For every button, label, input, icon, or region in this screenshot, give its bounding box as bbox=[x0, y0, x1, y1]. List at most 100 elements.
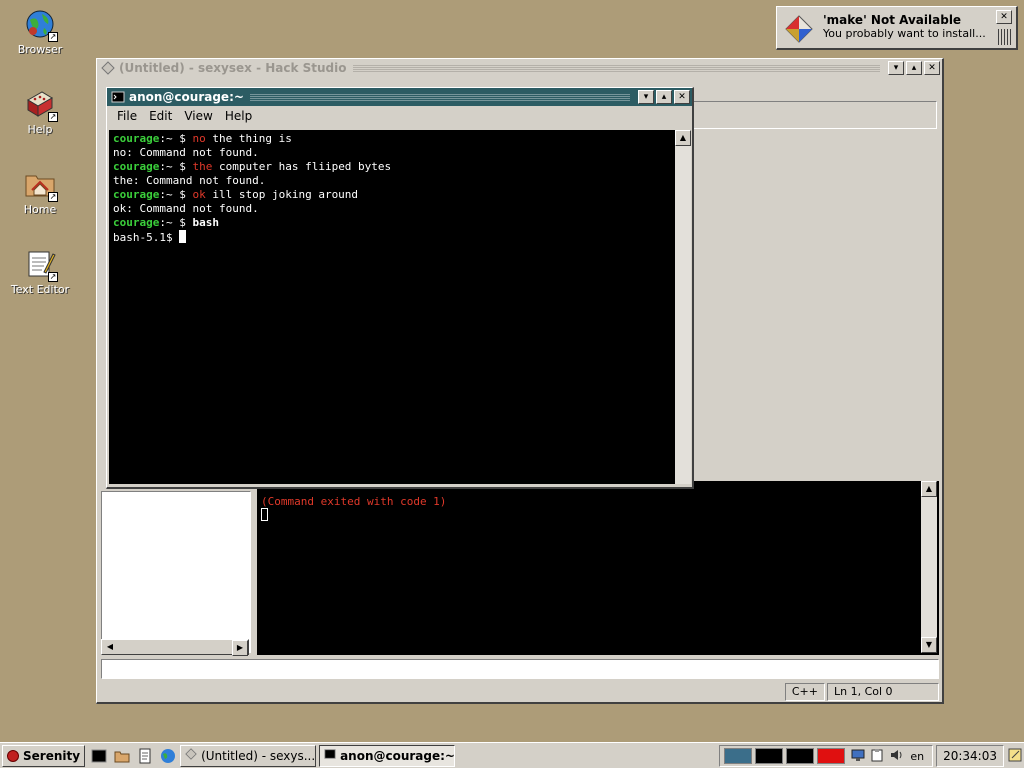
text-cursor bbox=[179, 230, 187, 243]
hack-studio-icon bbox=[101, 61, 115, 75]
task-label: (Untitled) - sexys... bbox=[201, 748, 316, 763]
taskbar: Serenity (Untitled) - sexys... anon@cour… bbox=[0, 742, 1024, 768]
maximize-button[interactable]: ▴ bbox=[906, 61, 922, 75]
editor-tabbar bbox=[693, 101, 937, 129]
prompt: courage:~ $ bbox=[113, 160, 193, 173]
system-tray: en 20:34:03 bbox=[719, 745, 1022, 767]
notification-popup[interactable]: 'make' Not Available You probably want t… bbox=[776, 6, 1018, 50]
clock-box[interactable]: 20:34:03 bbox=[936, 745, 1004, 767]
quicklaunch-browser-icon[interactable] bbox=[157, 745, 179, 767]
prompt: courage:~ $ bbox=[113, 216, 193, 229]
maximize-button[interactable]: ▴ bbox=[656, 90, 672, 104]
desktop-icon-help[interactable]: ↗ Help bbox=[0, 88, 80, 136]
command-name: the bbox=[192, 160, 213, 173]
terminal-line: courage:~ $ ok ill stop joking around bbox=[113, 188, 675, 202]
start-label: Serenity bbox=[23, 748, 81, 763]
titlebar-stripes bbox=[352, 64, 880, 72]
terminal-line: courage:~ $ the computer has fliiped byt… bbox=[113, 160, 675, 174]
window-title: (Untitled) - sexysex - Hack Studio bbox=[119, 61, 347, 75]
menu-help[interactable]: Help bbox=[219, 109, 258, 123]
notification-title: 'make' Not Available bbox=[823, 13, 962, 27]
hack-studio-icon bbox=[185, 748, 197, 763]
desktop-icon-text-editor[interactable]: ↗ Text Editor bbox=[0, 248, 80, 296]
status-language[interactable]: C++ bbox=[784, 683, 825, 701]
console-line: (Command exited with code 1) bbox=[261, 495, 447, 508]
start-button[interactable]: Serenity bbox=[2, 744, 86, 767]
status-bar: C++ Ln 1, Col 0 bbox=[101, 683, 939, 701]
window-title: anon@courage:~ bbox=[129, 90, 244, 104]
horizontal-scrollbar[interactable]: ◀ ▶ bbox=[101, 639, 249, 656]
terminal-menubar: File Edit View Help bbox=[107, 106, 692, 126]
clock: 20:34:03 bbox=[943, 749, 997, 763]
terminal-current-line: bash-5.1$ bbox=[113, 230, 675, 245]
desktop-icon-label: Home bbox=[23, 203, 57, 216]
command-args: the thing is bbox=[205, 132, 292, 145]
menu-view[interactable]: View bbox=[178, 109, 218, 123]
volume-icon[interactable] bbox=[889, 748, 903, 765]
command-args: computer has fliiped bytes bbox=[212, 160, 392, 173]
command-name: no bbox=[192, 132, 206, 145]
terminal-screen[interactable]: courage:~ $ no the thing is no: Command n… bbox=[109, 130, 675, 484]
desktop-icon-label: Help bbox=[27, 123, 53, 136]
terminal-line: courage:~ $ bash bbox=[113, 216, 675, 230]
console-scrollbar[interactable]: ▲ ▼ bbox=[921, 481, 937, 653]
command-args: ill stop joking around bbox=[205, 188, 359, 201]
scroll-up-icon[interactable]: ▲ bbox=[921, 481, 937, 497]
workspace-3[interactable] bbox=[786, 748, 815, 764]
close-button[interactable]: ✕ bbox=[996, 10, 1012, 24]
menu-file[interactable]: File bbox=[111, 109, 143, 123]
command-name: bash bbox=[192, 216, 219, 229]
terminal-titlebar[interactable]: anon@courage:~ ▾ ▴ ✕ bbox=[107, 88, 692, 106]
task-button-terminal[interactable]: anon@courage:~ bbox=[319, 744, 456, 767]
status-position: Ln 1, Col 0 bbox=[827, 683, 939, 701]
task-button-hack-studio[interactable]: (Untitled) - sexys... bbox=[180, 744, 317, 767]
terminal-line: ok: Command not found. bbox=[113, 202, 259, 215]
hack-studio-titlebar[interactable]: (Untitled) - sexysex - Hack Studio ▾ ▴ ✕ bbox=[97, 59, 942, 77]
workspace-2[interactable] bbox=[755, 748, 784, 764]
terminal-line: courage:~ $ no the thing is bbox=[113, 132, 675, 146]
notification-grip bbox=[998, 29, 1012, 45]
task-label: anon@courage:~ bbox=[340, 748, 455, 763]
workspace-1[interactable] bbox=[724, 748, 753, 764]
scroll-left-icon[interactable]: ◀ bbox=[102, 640, 118, 656]
terminal-icon bbox=[111, 90, 125, 104]
bash-prompt: bash-5.1$ bbox=[113, 231, 180, 244]
workspace-4[interactable] bbox=[817, 748, 846, 764]
help-book-icon: ↗ bbox=[24, 88, 58, 122]
text-editor-icon: ↗ bbox=[24, 248, 58, 282]
globe-icon: ↗ bbox=[24, 8, 58, 42]
console-cursor bbox=[261, 508, 268, 521]
prompt: courage:~ $ bbox=[113, 132, 193, 145]
network-icon[interactable] bbox=[851, 748, 865, 765]
scroll-down-icon[interactable]: ▼ bbox=[921, 637, 937, 653]
home-folder-icon: ↗ bbox=[24, 168, 58, 202]
quicklaunch-file-manager-icon[interactable] bbox=[111, 745, 133, 767]
terminal-window: anon@courage:~ ▾ ▴ ✕ File Edit View Help… bbox=[106, 87, 694, 489]
terminal-scrollbar[interactable]: ▲ bbox=[675, 130, 691, 484]
notes-icon[interactable] bbox=[1008, 748, 1022, 765]
clipboard-icon[interactable] bbox=[871, 748, 883, 765]
menu-edit[interactable]: Edit bbox=[143, 109, 178, 123]
serenity-logo-icon bbox=[7, 749, 19, 762]
quicklaunch-terminal-icon[interactable] bbox=[88, 745, 110, 767]
notification-text: You probably want to install... bbox=[823, 27, 986, 40]
scroll-right-icon[interactable]: ▶ bbox=[232, 640, 248, 656]
desktop-icon-home[interactable]: ↗ Home bbox=[0, 168, 80, 216]
build-console[interactable]: (Command exited with code 1) bbox=[257, 481, 939, 655]
minimize-button[interactable]: ▾ bbox=[638, 90, 654, 104]
desktop-icon-label: Text Editor bbox=[10, 283, 70, 296]
quicklaunch-text-editor-icon[interactable] bbox=[134, 745, 156, 767]
keyboard-layout[interactable]: en bbox=[910, 750, 924, 763]
project-tree-pane[interactable] bbox=[101, 491, 251, 653]
minimize-button[interactable]: ▾ bbox=[888, 61, 904, 75]
close-button[interactable]: ✕ bbox=[674, 90, 690, 104]
scroll-up-icon[interactable]: ▲ bbox=[675, 130, 691, 146]
close-button[interactable]: ✕ bbox=[924, 61, 940, 75]
console-input[interactable] bbox=[101, 659, 939, 679]
desktop-icon-label: Browser bbox=[17, 43, 63, 56]
desktop-icon-browser[interactable]: ↗ Browser bbox=[0, 8, 80, 56]
titlebar-stripes bbox=[249, 93, 630, 101]
terminal-line: no: Command not found. bbox=[113, 146, 259, 159]
installer-icon bbox=[783, 13, 815, 45]
terminal-icon bbox=[324, 748, 336, 763]
